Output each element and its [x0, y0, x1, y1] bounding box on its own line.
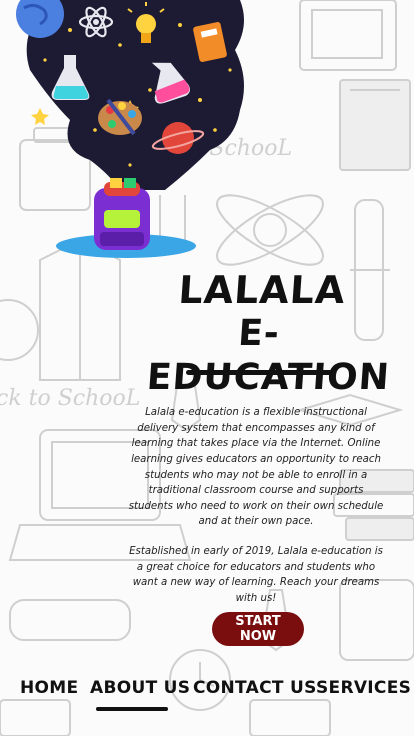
- doodle-text-left: ck to SchooL: [0, 386, 140, 411]
- nav-about-us[interactable]: ABOUT US: [90, 678, 190, 698]
- nav-home[interactable]: HOME: [20, 678, 78, 698]
- bottom-navigation: HOME ABOUT US CONTACT US SERVICES: [0, 674, 414, 714]
- hero-illustration: [16, 0, 244, 258]
- description-paragraph-2: Established in early of 2019, Lalala e-e…: [129, 546, 383, 604]
- brand-title: LALALA E-EDUCATION: [145, 268, 392, 400]
- description-paragraph-1: Lalala e-education is a flexible instruc…: [128, 407, 384, 528]
- brand-title-line1: LALALA: [177, 268, 348, 312]
- brand-title-line2: E-EDUCATION: [145, 313, 392, 398]
- start-now-button[interactable]: START NOW: [212, 612, 304, 646]
- nav-contact-us[interactable]: CONTACT US: [193, 678, 317, 698]
- nav-services[interactable]: SERVICES: [316, 678, 411, 698]
- active-nav-indicator: [96, 707, 168, 711]
- brand-underline-divider: [186, 370, 332, 375]
